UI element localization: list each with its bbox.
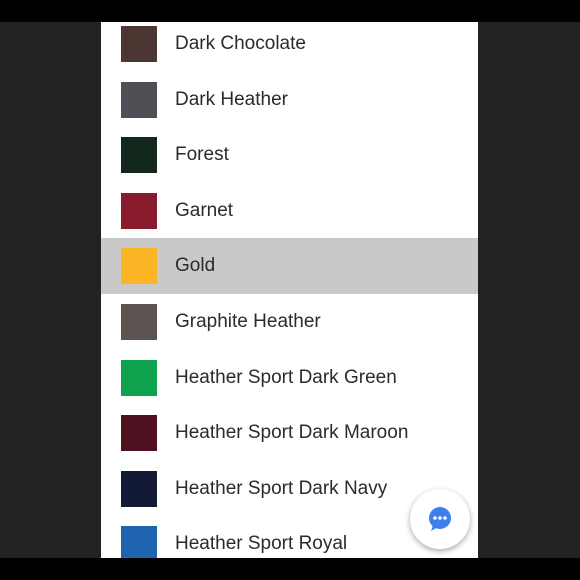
top-letterbox [0, 0, 580, 22]
color-option[interactable]: Heather Sport Dark Maroon [101, 405, 478, 461]
color-list: Dark Chocolate Dark Heather Forest Garne… [101, 22, 478, 558]
color-swatch [121, 415, 157, 452]
color-swatch [121, 26, 157, 62]
color-swatch [121, 526, 157, 558]
color-swatch [121, 470, 157, 507]
color-option-label: Gold [175, 255, 216, 277]
color-swatch [121, 81, 157, 118]
color-option-label: Heather Sport Royal [175, 533, 348, 555]
color-picker-sheet: Dark Chocolate Dark Heather Forest Garne… [101, 22, 478, 558]
color-option[interactable]: Heather Sport Dark Green [101, 350, 478, 406]
color-swatch [121, 248, 157, 285]
color-swatch [121, 303, 157, 340]
color-option[interactable]: Graphite Heather [101, 294, 478, 350]
color-option[interactable]: Garnet [101, 183, 478, 239]
color-swatch [121, 359, 157, 396]
color-swatch [121, 137, 157, 174]
color-option-label: Dark Chocolate [175, 33, 306, 54]
color-option-label: Heather Sport Dark Maroon [175, 422, 409, 444]
chat-button[interactable] [410, 489, 470, 549]
screen: Dark Chocolate Dark Heather Forest Garne… [0, 0, 580, 580]
color-option[interactable]: Dark Heather [101, 72, 478, 128]
color-option[interactable]: Gold [101, 238, 478, 294]
color-swatch [121, 192, 157, 229]
color-option-label: Dark Heather [175, 88, 288, 110]
color-option-label: Graphite Heather [175, 310, 321, 332]
color-option[interactable]: Dark Chocolate [101, 22, 478, 72]
color-option-label: Heather Sport Dark Navy [175, 477, 388, 499]
bottom-letterbox [0, 558, 580, 580]
color-option-label: Forest [175, 144, 229, 166]
color-option-label: Heather Sport Dark Green [175, 366, 397, 388]
color-option-label: Garnet [175, 199, 234, 221]
color-option[interactable]: Forest [101, 127, 478, 183]
